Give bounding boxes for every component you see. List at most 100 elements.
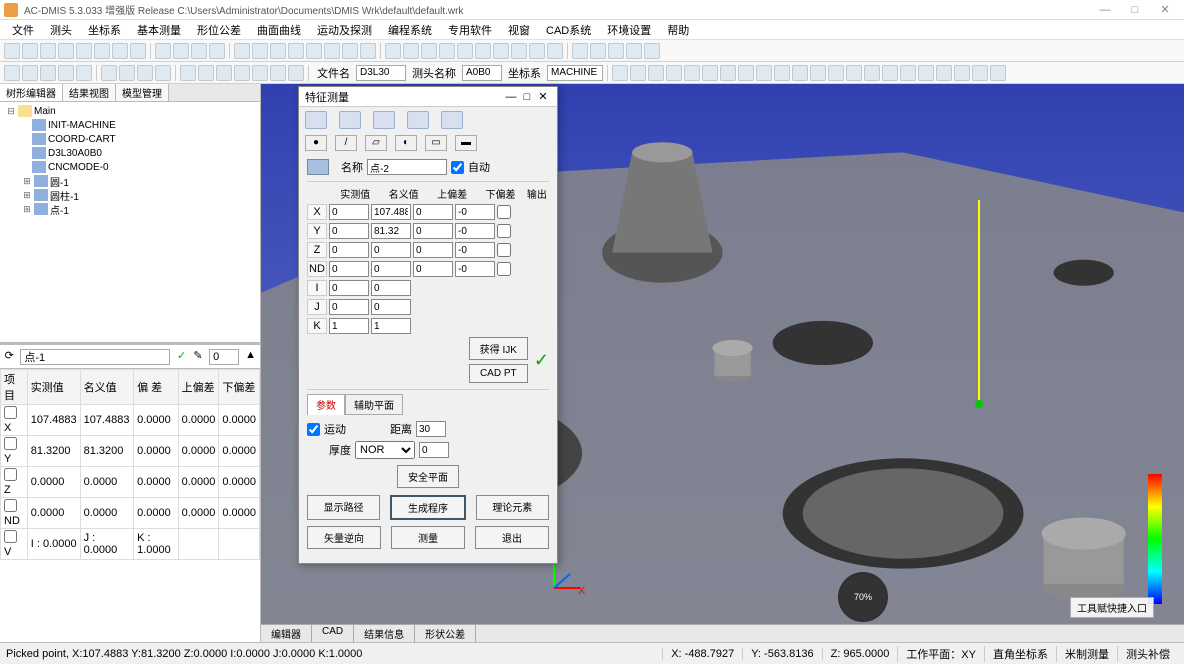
- tool-icon[interactable]: [648, 65, 664, 81]
- check-icon[interactable]: ✓: [176, 349, 186, 365]
- thick-select[interactable]: NOR: [355, 441, 415, 459]
- menu-item[interactable]: 视窗: [500, 20, 538, 40]
- tool-icon[interactable]: [954, 65, 970, 81]
- tool-icon[interactable]: [234, 43, 250, 59]
- viewport-tab[interactable]: 编辑器: [261, 625, 312, 642]
- mode-icon[interactable]: /: [335, 135, 357, 151]
- menu-item[interactable]: 帮助: [659, 20, 697, 40]
- measured-input[interactable]: [329, 280, 369, 296]
- nominal-input[interactable]: [371, 280, 411, 296]
- tool-icon[interactable]: [40, 43, 56, 59]
- tool-icon[interactable]: [288, 43, 304, 59]
- tool-icon[interactable]: [198, 65, 214, 81]
- viewport-tab[interactable]: CAD: [312, 625, 354, 642]
- measure-button[interactable]: 测量: [391, 526, 465, 549]
- expand-icon[interactable]: ⊞: [22, 190, 32, 201]
- tool-icon[interactable]: [547, 43, 563, 59]
- nominal-input[interactable]: [371, 242, 411, 258]
- edit-icon[interactable]: ✎: [193, 349, 203, 365]
- tool-icon[interactable]: [626, 43, 642, 59]
- tool-icon[interactable]: [475, 43, 491, 59]
- menu-item[interactable]: 环境设置: [599, 20, 659, 40]
- lotol-input[interactable]: [455, 204, 495, 220]
- dialog-close[interactable]: ✕: [535, 90, 551, 103]
- up-icon[interactable]: ▲: [245, 349, 256, 365]
- row-check[interactable]: [4, 437, 17, 450]
- refresh-icon[interactable]: ⟳: [4, 349, 14, 365]
- output-check[interactable]: [497, 261, 511, 277]
- mode-icon[interactable]: ●: [305, 135, 327, 151]
- measured-input[interactable]: [329, 242, 369, 258]
- tool-icon[interactable]: [918, 65, 934, 81]
- mode-icon[interactable]: ▬: [455, 135, 477, 151]
- output-check[interactable]: [497, 242, 511, 258]
- row-check[interactable]: [4, 468, 17, 481]
- menu-item[interactable]: 专用软件: [440, 20, 500, 40]
- tool-icon[interactable]: [155, 65, 171, 81]
- tool-icon[interactable]: [209, 43, 225, 59]
- coord-input[interactable]: [547, 65, 603, 81]
- lotol-input[interactable]: [455, 223, 495, 239]
- maximize-button[interactable]: □: [1120, 4, 1150, 16]
- lotol-input[interactable]: [455, 242, 495, 258]
- tool-icon[interactable]: [756, 65, 772, 81]
- tool-icon[interactable]: [216, 65, 232, 81]
- tool-icon[interactable]: [792, 65, 808, 81]
- tool-icon[interactable]: [288, 65, 304, 81]
- tool-icon[interactable]: [644, 43, 660, 59]
- menu-item[interactable]: 基本测量: [129, 20, 189, 40]
- menu-item[interactable]: 测头: [42, 20, 80, 40]
- tool-icon[interactable]: [137, 65, 153, 81]
- lotol-input[interactable]: [455, 261, 495, 277]
- tool-icon[interactable]: [720, 65, 736, 81]
- vector-reverse-button[interactable]: 矢量逆向: [307, 526, 381, 549]
- tool-icon[interactable]: [270, 65, 286, 81]
- output-check[interactable]: [497, 223, 511, 239]
- tool-icon[interactable]: [342, 43, 358, 59]
- expand-icon[interactable]: ⊞: [22, 176, 32, 187]
- tool-icon[interactable]: [101, 65, 117, 81]
- tree-item[interactable]: D3L30A0B0: [48, 148, 102, 159]
- tool-icon[interactable]: [990, 65, 1006, 81]
- tool-icon[interactable]: [22, 65, 38, 81]
- tool-icon[interactable]: [882, 65, 898, 81]
- tool-icon[interactable]: [439, 43, 455, 59]
- tool-icon[interactable]: [936, 65, 952, 81]
- tool-icon[interactable]: [572, 43, 588, 59]
- tool-icon[interactable]: [828, 65, 844, 81]
- dialog-minimize[interactable]: —: [503, 91, 519, 103]
- tool-icon[interactable]: [684, 65, 700, 81]
- num-input[interactable]: [209, 349, 239, 365]
- sphere-type-icon[interactable]: [441, 111, 463, 129]
- viewport-tab[interactable]: 形状公差: [415, 625, 476, 642]
- tool-icon[interactable]: [385, 43, 401, 59]
- dist-input[interactable]: [416, 421, 446, 437]
- measured-input[interactable]: [329, 318, 369, 334]
- tool-icon[interactable]: [810, 65, 826, 81]
- measured-input[interactable]: [329, 223, 369, 239]
- menu-item[interactable]: 运动及探测: [309, 20, 380, 40]
- tree-tab[interactable]: 结果视图: [63, 84, 116, 101]
- tree-item[interactable]: 圆柱-1: [50, 188, 79, 203]
- expand-icon[interactable]: ⊞: [22, 204, 32, 215]
- tool-icon[interactable]: [234, 65, 250, 81]
- mode-icon[interactable]: ▱: [365, 135, 387, 151]
- nominal-input[interactable]: [371, 204, 411, 220]
- tool-icon[interactable]: [324, 43, 340, 59]
- row-check[interactable]: [4, 530, 17, 543]
- tool-icon[interactable]: [608, 43, 624, 59]
- nominal-input[interactable]: [371, 299, 411, 315]
- tool-icon[interactable]: [112, 43, 128, 59]
- tool-icon[interactable]: [846, 65, 862, 81]
- auto-checkbox[interactable]: [451, 161, 464, 174]
- row-check[interactable]: [4, 406, 17, 419]
- exit-button[interactable]: 退出: [475, 526, 549, 549]
- tool-icon[interactable]: [590, 43, 606, 59]
- tool-icon[interactable]: [4, 65, 20, 81]
- tool-icon[interactable]: [493, 43, 509, 59]
- measured-input[interactable]: [329, 204, 369, 220]
- measured-input[interactable]: [329, 299, 369, 315]
- tool-icon[interactable]: [22, 43, 38, 59]
- safe-plane-button[interactable]: 安全平面: [397, 465, 459, 488]
- menu-item[interactable]: 形位公差: [189, 20, 249, 40]
